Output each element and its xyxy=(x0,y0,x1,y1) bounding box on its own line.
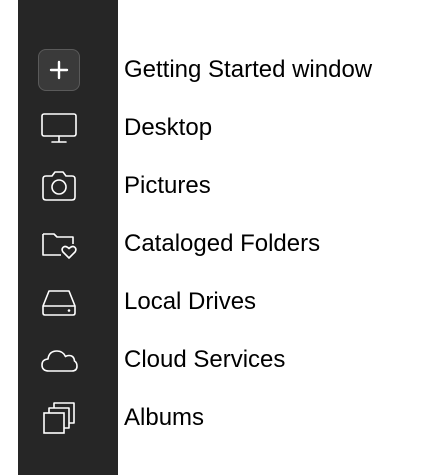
folder-heart-icon xyxy=(37,222,81,266)
albums-icon xyxy=(37,396,81,440)
sidebar-item-label: Albums xyxy=(124,404,205,431)
monitor-icon xyxy=(37,106,81,150)
sidebar-item-desktop[interactable]: Desktop xyxy=(0,100,442,156)
sidebar-item-albums[interactable]: Albums xyxy=(0,390,442,446)
sidebar-item-label: Getting Started window xyxy=(124,56,373,83)
sidebar-item-label: Pictures xyxy=(124,172,211,199)
camera-icon xyxy=(37,164,81,208)
plus-icon[interactable] xyxy=(37,48,81,92)
sidebar-item-pictures[interactable]: Pictures xyxy=(0,158,442,214)
cloud-icon xyxy=(37,338,81,382)
sidebar-item-label: Local Drives xyxy=(124,288,257,315)
sidebar-item-cataloged-folders[interactable]: Cataloged Folders xyxy=(0,216,442,272)
sidebar-item-label: Cataloged Folders xyxy=(124,230,321,257)
drive-icon xyxy=(37,280,81,324)
sidebar-item-getting-started[interactable]: Getting Started window xyxy=(0,42,442,98)
sidebar-item-local-drives[interactable]: Local Drives xyxy=(0,274,442,330)
sidebar-item-label: Cloud Services xyxy=(124,346,286,373)
sidebar-item-cloud-services[interactable]: Cloud Services xyxy=(0,332,442,388)
sidebar-item-label: Desktop xyxy=(124,114,213,141)
